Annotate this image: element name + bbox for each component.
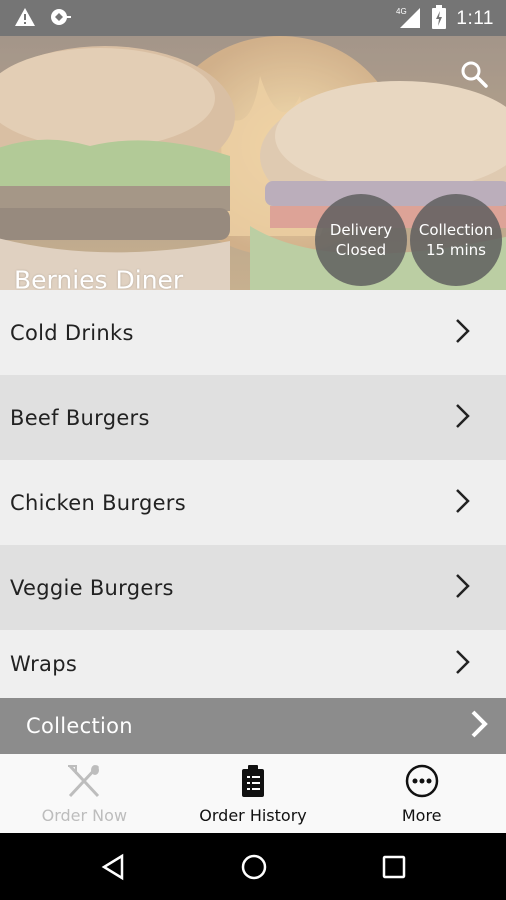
- back-icon[interactable]: [100, 853, 126, 885]
- system-navigation-bar: [0, 833, 506, 900]
- order-mode-label: Collection: [26, 714, 133, 738]
- chevron-right-icon: [454, 649, 470, 679]
- menu-item-cold-drinks[interactable]: Cold Drinks: [0, 290, 506, 375]
- status-bar: 4G 1:11: [0, 0, 506, 36]
- chevron-right-icon: [454, 318, 470, 348]
- bottom-tab-bar: Order Now Order History More: [0, 754, 506, 833]
- restaurant-name: Bernies Diner: [14, 265, 184, 291]
- menu-item-chicken-burgers[interactable]: Chicken Burgers: [0, 460, 506, 545]
- order-mode-bar[interactable]: Collection: [0, 698, 506, 754]
- delivery-status: Closed: [335, 241, 387, 259]
- tab-order-now[interactable]: Order Now: [0, 754, 169, 833]
- tab-label: More: [401, 806, 442, 825]
- chevron-right-icon: [454, 488, 470, 518]
- fork-knife-icon: [66, 764, 102, 802]
- menu-item-label: Chicken Burgers: [10, 490, 186, 515]
- more-icon: [405, 764, 439, 802]
- menu-item-label: Wraps: [10, 652, 78, 676]
- warning-icon: [14, 7, 36, 31]
- network-type: 4G: [396, 7, 407, 16]
- delivery-status-badge: Delivery Closed: [315, 194, 407, 286]
- chevron-right-icon: [470, 710, 488, 742]
- tab-label: Order History: [199, 806, 307, 825]
- menu-item-label: Cold Drinks: [10, 320, 134, 345]
- menu-item-wraps[interactable]: Wraps: [0, 630, 506, 698]
- clock: 1:11: [456, 8, 494, 29]
- chevron-right-icon: [454, 573, 470, 603]
- clipboard-icon: [241, 764, 265, 802]
- tab-label: Order Now: [41, 806, 128, 825]
- notification-icon: [48, 7, 72, 31]
- menu-item-beef-burgers[interactable]: Beef Burgers: [0, 375, 506, 460]
- menu-category-list: Cold Drinks Beef Burgers Chicken Burgers…: [0, 290, 506, 698]
- signal-icon: 4G: [396, 5, 422, 33]
- menu-item-label: Beef Burgers: [10, 405, 150, 430]
- hero-banner: Delivery Closed Collection 15 mins Berni…: [0, 36, 506, 290]
- tab-more[interactable]: More: [337, 754, 506, 833]
- menu-item-veggie-burgers[interactable]: Veggie Burgers: [0, 545, 506, 630]
- collection-label: Collection: [418, 221, 494, 239]
- search-icon[interactable]: [460, 60, 488, 92]
- home-icon[interactable]: [240, 853, 268, 885]
- recent-apps-icon[interactable]: [381, 853, 407, 885]
- battery-charging-icon: [432, 5, 447, 33]
- collection-status-badge: Collection 15 mins: [410, 194, 502, 286]
- collection-time: 15 mins: [426, 241, 486, 259]
- delivery-label: Delivery: [329, 221, 393, 239]
- menu-item-label: Veggie Burgers: [10, 575, 174, 600]
- chevron-right-icon: [454, 403, 470, 433]
- tab-order-history[interactable]: Order History: [169, 754, 338, 833]
